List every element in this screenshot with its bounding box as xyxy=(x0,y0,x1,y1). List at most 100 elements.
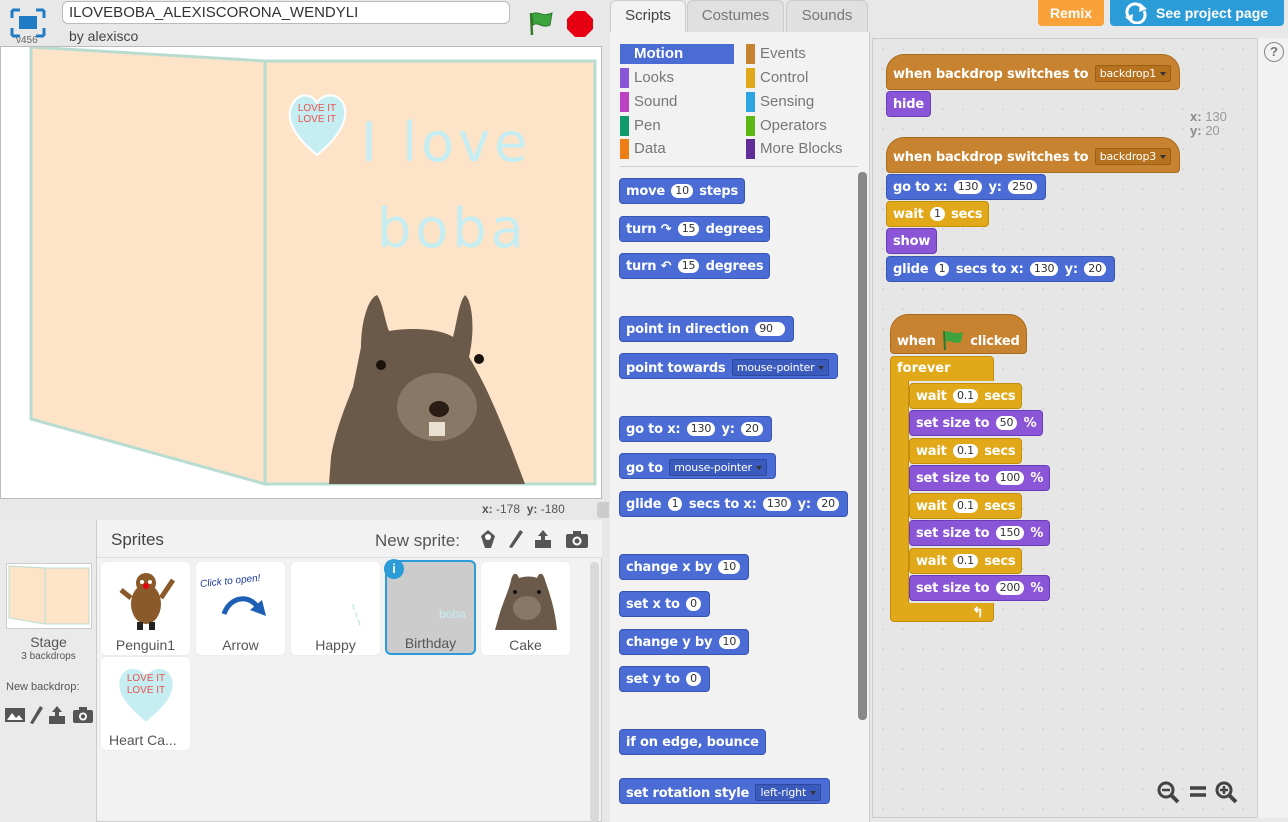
category-more-blocks[interactable]: More Blocks xyxy=(746,139,856,159)
category-operators[interactable]: Operators xyxy=(746,116,856,136)
sprite-tile[interactable]: Click to open! Arrow xyxy=(195,561,286,656)
penguin-thumbnail xyxy=(119,573,176,630)
stage-text-boba: boba xyxy=(377,197,528,260)
category-events[interactable]: Events xyxy=(746,44,856,64)
see-project-page-button[interactable]: See project page xyxy=(1110,0,1284,26)
wait-block[interactable]: wait 0.1 secs xyxy=(909,548,1023,574)
zoom-out-icon[interactable] xyxy=(1156,780,1180,804)
upload-sprite-icon[interactable] xyxy=(532,528,554,550)
category-sensing[interactable]: Sensing xyxy=(746,92,856,112)
category-motion[interactable]: Motion xyxy=(620,44,734,64)
zoom-in-icon[interactable] xyxy=(1214,780,1238,804)
sprites-scrollbar[interactable] xyxy=(590,562,599,822)
wait-block[interactable]: wait 0.1 secs xyxy=(909,438,1023,464)
change-y-block[interactable]: change y by 10 xyxy=(619,629,750,655)
turn-right-block[interactable]: turn ↷ 15 degrees xyxy=(619,216,771,242)
when-backdrop-switches-hat[interactable]: when backdrop switches to backdrop1 xyxy=(886,54,1181,90)
upload-backdrop-icon[interactable] xyxy=(46,705,68,725)
birthday-thumb-text: boba xyxy=(439,607,466,621)
set-size-block[interactable]: set size to 100 % xyxy=(909,465,1051,491)
author-byline: by alexisco xyxy=(69,28,139,44)
go-to-block[interactable]: go to mouse-pointer xyxy=(619,453,776,479)
wait-block[interactable]: wait 1 secs xyxy=(886,201,990,227)
sprites-header xyxy=(97,520,602,558)
paint-sprite-icon[interactable] xyxy=(504,528,526,550)
set-size-block[interactable]: set size to 150 % xyxy=(909,520,1051,546)
green-flag-icon[interactable] xyxy=(526,9,556,37)
show-block[interactable]: show xyxy=(886,228,938,254)
palette-scrollbar[interactable] xyxy=(858,172,867,720)
sprite-name: Birthday xyxy=(404,635,457,651)
bounce-block[interactable]: if on edge, bounce xyxy=(619,729,766,755)
stage-text-i-love: I love xyxy=(361,111,532,174)
set-x-block[interactable]: set x to 0 xyxy=(619,591,710,617)
rotate-cw-icon: ↷ xyxy=(660,222,672,237)
category-data[interactable]: Data xyxy=(620,139,734,159)
heart-text-2: LOVE IT xyxy=(297,114,337,125)
project-title-input[interactable] xyxy=(62,1,510,24)
when-backdrop-switches-hat[interactable]: when backdrop switches to backdrop3 xyxy=(886,137,1181,173)
set-size-block[interactable]: set size to 50 % xyxy=(909,410,1044,436)
collapse-stage-handle[interactable] xyxy=(597,502,609,518)
version-label: v456 xyxy=(16,35,38,46)
paint-backdrop-icon[interactable] xyxy=(28,705,44,725)
set-size-block[interactable]: set size to 200 % xyxy=(909,575,1051,601)
set-y-block[interactable]: set y to 0 xyxy=(619,666,710,692)
point-towards-block[interactable]: point towards mouse-pointer xyxy=(619,353,839,379)
sprite-name: Heart Ca... xyxy=(109,732,177,748)
sprite-tile[interactable]: ~~~ Happy xyxy=(290,561,381,656)
help-icon[interactable]: ? xyxy=(1264,42,1284,62)
sprite-coordinates: x: 130 y: 20 xyxy=(1190,109,1227,138)
new-backdrop-label: New backdrop: xyxy=(6,681,80,693)
category-control[interactable]: Control xyxy=(746,68,856,88)
loop-arrow-icon: ↰ xyxy=(972,604,984,620)
sprite-info-icon[interactable]: i xyxy=(384,559,404,579)
sprite-tile[interactable]: Penguin1 xyxy=(100,561,191,656)
move-steps-block[interactable]: move 10 steps xyxy=(619,178,746,204)
go-to-xy-block[interactable]: go to x: 130 y: 250 xyxy=(886,174,1046,200)
camera-sprite-icon[interactable] xyxy=(565,528,588,550)
sprite-tile-selected[interactable]: i boba Birthday xyxy=(384,559,476,655)
green-flag-icon xyxy=(940,330,966,351)
backdrop-library-icon[interactable] xyxy=(4,705,26,725)
heart-thumb-text-1: LOVE IT xyxy=(126,673,166,684)
sprites-title: Sprites xyxy=(111,530,164,549)
zoom-reset-icon[interactable] xyxy=(1186,780,1210,804)
palette-divider xyxy=(620,166,858,167)
category-sound[interactable]: Sound xyxy=(620,92,734,112)
wait-block[interactable]: wait 0.1 secs xyxy=(909,493,1023,519)
change-x-block[interactable]: change x by 10 xyxy=(619,554,750,580)
category-looks[interactable]: Looks xyxy=(620,68,734,88)
sprite-name: Penguin1 xyxy=(115,637,176,653)
refresh-arrows-icon xyxy=(1125,2,1147,24)
go-to-xy-block[interactable]: go to x: 130 y: 20 xyxy=(619,416,772,442)
svg-text:~~~: ~~~ xyxy=(346,601,365,628)
see-project-label: See project page xyxy=(1156,5,1269,21)
tab-scripts[interactable]: Scripts xyxy=(610,0,686,32)
rotation-style-block[interactable]: set rotation style left-right xyxy=(619,778,831,804)
category-pen[interactable]: Pen xyxy=(620,116,734,136)
scratch-editor: v456 by alexisco LOVE IT LOVE IT I xyxy=(0,0,1288,822)
tab-sounds[interactable]: Sounds xyxy=(786,0,868,32)
remix-button[interactable]: Remix xyxy=(1038,0,1104,26)
tab-costumes[interactable]: Costumes xyxy=(687,0,784,32)
wait-block[interactable]: wait 0.1 secs xyxy=(909,383,1023,409)
sprite-tile[interactable]: LOVE IT LOVE IT Heart Ca... xyxy=(100,656,191,751)
sprite-library-icon[interactable] xyxy=(477,528,499,550)
glide-block[interactable]: glide 1 secs to x: 130 y: 20 xyxy=(886,256,1115,282)
heart-text-1: LOVE IT xyxy=(297,103,337,114)
sprite-tile[interactable]: Cake xyxy=(480,561,571,656)
heart-thumb-text-2: LOVE IT xyxy=(126,685,166,696)
hide-block[interactable]: hide xyxy=(886,91,932,117)
stop-icon[interactable] xyxy=(566,10,594,38)
stage-thumbnail[interactable] xyxy=(6,563,92,629)
mouse-coordinates: x: -178 y: -180 xyxy=(482,502,565,516)
new-sprite-label: New sprite: xyxy=(375,531,461,550)
when-flag-clicked-hat[interactable]: when clicked xyxy=(890,314,1027,354)
camera-backdrop-icon[interactable] xyxy=(72,705,94,725)
arrow-thumbnail xyxy=(221,596,266,616)
stage-canvas[interactable]: LOVE IT LOVE IT I love boba xyxy=(0,46,602,499)
glide-block[interactable]: glide 1 secs to x: 130 y: 20 xyxy=(619,491,848,517)
point-in-direction-block[interactable]: point in direction 90 xyxy=(619,316,794,342)
turn-left-block[interactable]: turn ↶ 15 degrees xyxy=(619,253,771,279)
